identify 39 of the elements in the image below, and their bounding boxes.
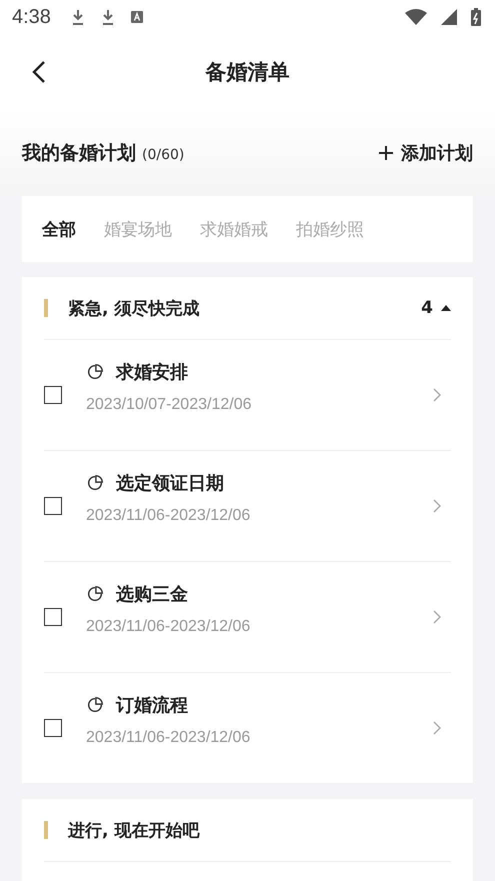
category-tab[interactable]: 婚宴场地	[104, 218, 172, 240]
notification-icon	[130, 11, 143, 23]
add-plan-button[interactable]: 添加计划	[379, 141, 473, 165]
task-dates: 2023/11/06-2023/12/06	[86, 618, 252, 636]
checkbox[interactable]	[44, 386, 62, 404]
clock-icon	[86, 474, 104, 492]
task-title: 订婚流程	[116, 694, 188, 717]
battery-icon	[471, 8, 481, 26]
checkbox[interactable]	[44, 608, 62, 626]
task-dates: 2023/11/06-2023/12/06	[86, 729, 252, 747]
clock-icon	[86, 363, 104, 381]
checkbox[interactable]	[44, 719, 62, 737]
status-time: 4:38	[12, 6, 51, 28]
download-icon	[100, 9, 115, 25]
task-dates: 2023/10/07-2023/12/06	[86, 396, 252, 414]
task-dates: 2023/11/06-2023/12/06	[86, 507, 252, 525]
accent-bar	[44, 821, 48, 839]
download-icon	[70, 9, 85, 25]
category-tab[interactable]: 拍婚纱照	[296, 218, 364, 240]
page-title: 备婚清单	[206, 59, 290, 86]
accent-bar	[44, 299, 48, 317]
signal-icon	[441, 9, 457, 25]
task-title: 求婚安排	[116, 361, 188, 384]
section-title: 紧急, 须尽快完成	[68, 298, 200, 320]
category-tab[interactable]: 求婚婚戒	[200, 218, 268, 240]
back-icon[interactable]	[32, 60, 46, 84]
clock-icon	[86, 696, 104, 714]
category-tab[interactable]: 全部	[42, 218, 76, 240]
clock-icon	[86, 585, 104, 603]
checkbox[interactable]	[44, 497, 62, 515]
section-count: 4	[421, 298, 433, 318]
caret-icon[interactable]	[441, 305, 451, 311]
plus-icon	[379, 146, 393, 160]
plan-title: 我的备婚计划	[22, 141, 136, 166]
plan-count: (0/60)	[142, 147, 184, 163]
section-title: 进行, 现在开始吧	[68, 820, 200, 842]
task-title: 选购三金	[116, 583, 188, 606]
wifi-icon	[405, 9, 427, 25]
task-title: 选定领证日期	[116, 472, 224, 495]
